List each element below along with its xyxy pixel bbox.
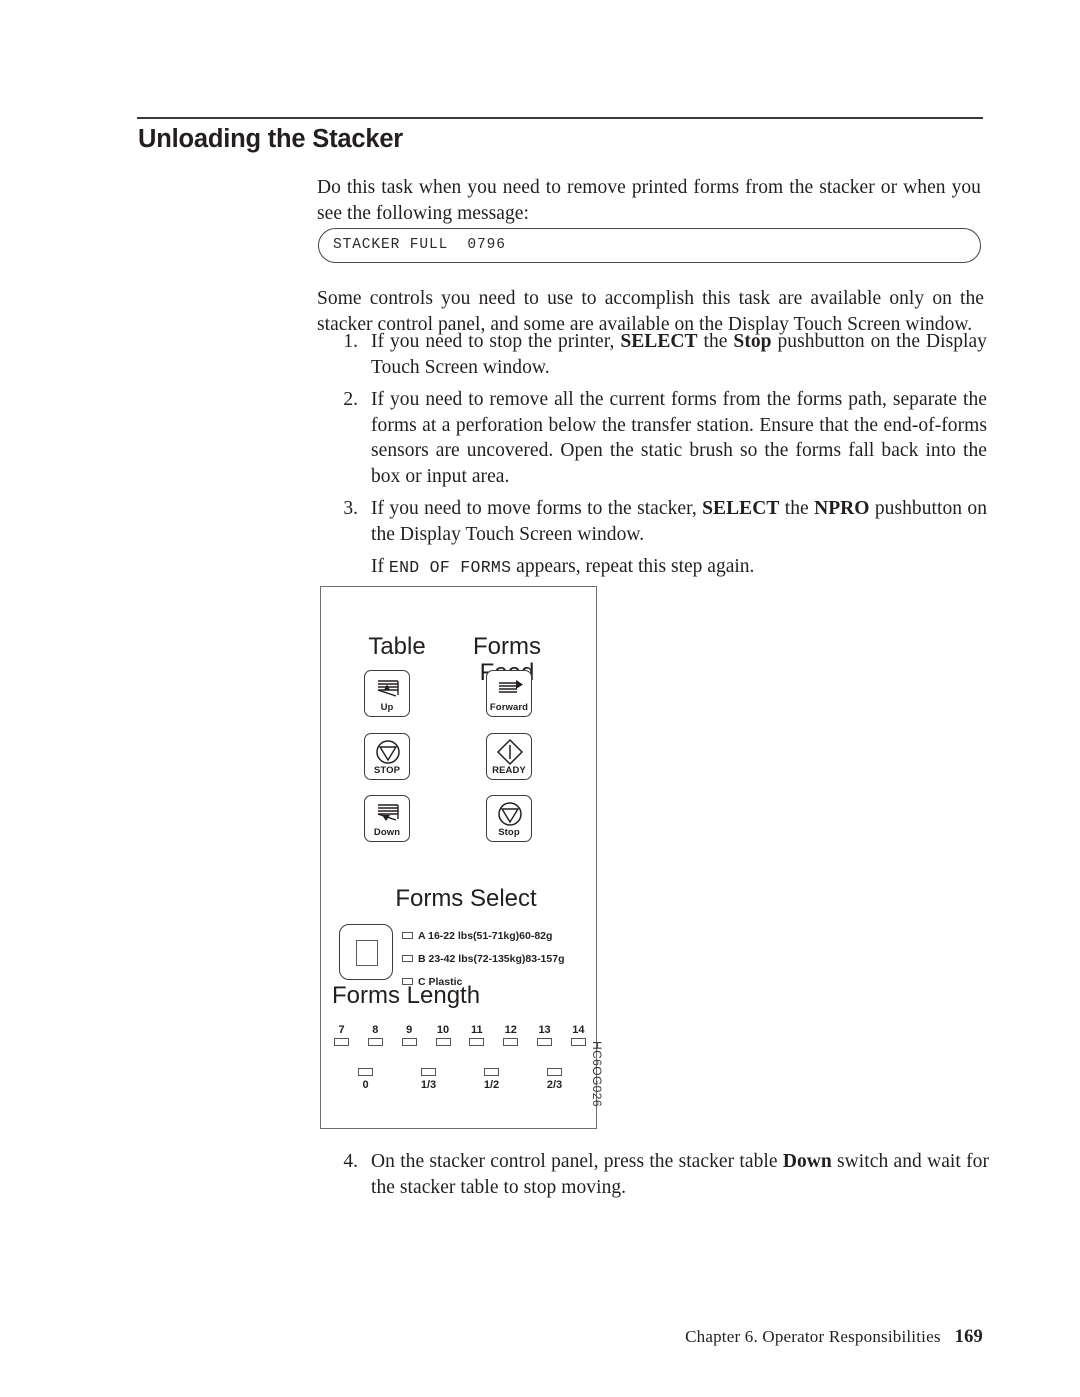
footer-page-number: 169 xyxy=(954,1327,983,1347)
forms-length-indicator: 7 xyxy=(334,1024,349,1046)
ready-diamond-icon xyxy=(487,738,531,766)
forms-select-option-label: B 23-42 lbs(72-135kg)83-157g xyxy=(418,952,565,965)
forms-length-indicator: 2/3 xyxy=(523,1068,586,1091)
procedure-step-2: 2. If you need to remove all the current … xyxy=(317,387,987,489)
forms-length-indicator: 13 xyxy=(537,1024,553,1046)
button-caption: STOP xyxy=(373,765,401,776)
step-number: 2. xyxy=(343,389,358,410)
message-display-box: STACKER FULL 0796 xyxy=(318,228,981,263)
stacker-control-panel-figure: Table Forms Feed Up xyxy=(320,586,604,1129)
forms-length-label: 14 xyxy=(572,1024,585,1036)
forms-length-top-scale: 7 8 9 10 11 12 13 14 xyxy=(334,1024,586,1046)
forms-length-bottom-scale: 0 1/3 1/2 2/3 xyxy=(334,1068,586,1091)
footer-chapter-text: Chapter 6. Operator Responsibilities xyxy=(685,1327,941,1346)
forms-select-option-label: A 16-22 lbs(51-71kg)60-82g xyxy=(418,929,553,942)
forms-feed-stop-button[interactable]: Stop xyxy=(486,795,532,842)
indicator-led-icon xyxy=(547,1068,562,1076)
forms-length-label: 1/3 xyxy=(420,1079,437,1091)
indicator-led-icon xyxy=(402,932,413,939)
step-text: If you need to move forms to the stacker… xyxy=(371,498,987,545)
intro-text-block: Do this task when you need to remove pri… xyxy=(317,175,984,226)
forms-select-option: A 16-22 lbs(51-71kg)60-82g xyxy=(402,924,592,947)
forms-select-option: B 23-42 lbs(72-135kg)83-157g xyxy=(402,947,592,970)
forms-length-indicator: 14 xyxy=(570,1024,586,1046)
page-title: Unloading the Stacker xyxy=(138,125,404,153)
forms-length-indicator: 10 xyxy=(435,1024,451,1046)
indicator-led-icon xyxy=(402,955,413,962)
forms-length-indicator: 1/3 xyxy=(397,1068,460,1091)
table-up-button[interactable]: Up xyxy=(364,670,410,717)
forms-select-button[interactable] xyxy=(339,924,393,980)
group-label-table: Table xyxy=(368,633,426,660)
step-number: 1. xyxy=(343,331,358,352)
step-number: 4. xyxy=(343,1151,358,1172)
table-down-button[interactable]: Down xyxy=(364,795,410,842)
forms-stack-up-icon xyxy=(365,675,409,703)
button-caption: READY xyxy=(492,765,526,776)
button-caption: Up xyxy=(380,702,394,713)
stop-circle-triangle-icon xyxy=(365,738,409,766)
forms-length-indicator: 0 xyxy=(334,1068,397,1091)
forms-stack-down-icon xyxy=(365,800,409,828)
button-caption: Forward xyxy=(489,702,529,713)
intro-paragraph: Do this task when you need to remove pri… xyxy=(317,177,981,224)
forms-length-label: 0 xyxy=(362,1079,369,1091)
forms-length-title: Forms Length xyxy=(332,982,481,1009)
forms-feed-ready-button[interactable]: READY xyxy=(486,733,532,780)
forms-length-label: 11 xyxy=(471,1024,483,1036)
indicator-led-icon xyxy=(435,1038,451,1046)
table-stop-button[interactable]: STOP xyxy=(364,733,410,780)
forms-length-indicator: 8 xyxy=(367,1024,383,1046)
indicator-led-icon xyxy=(421,1068,436,1076)
indicator-led-icon xyxy=(358,1068,373,1076)
forms-length-label: 2/3 xyxy=(546,1079,563,1091)
heading-divider xyxy=(137,117,983,119)
procedure-step-4-wrap: 4. On the stacker control panel, press th… xyxy=(317,1149,989,1207)
step-text: If you need to remove all the current fo… xyxy=(371,389,987,487)
indicator-led-icon xyxy=(334,1038,349,1046)
forms-length-label: 9 xyxy=(406,1024,413,1036)
indicator-led-icon xyxy=(503,1038,519,1046)
forms-length-label: 1/2 xyxy=(483,1079,500,1091)
indicator-led-icon xyxy=(484,1068,499,1076)
button-caption: Down xyxy=(373,827,401,838)
procedure-step-1: 1. If you need to stop the printer, SELEC… xyxy=(317,329,987,380)
button-caption: Stop xyxy=(498,827,520,838)
stacker-full-message: STACKER FULL 0796 xyxy=(333,237,506,253)
forms-length-label: 8 xyxy=(372,1024,379,1036)
forms-length-label: 13 xyxy=(538,1024,551,1036)
step-number: 3. xyxy=(343,498,358,519)
indicator-led-icon xyxy=(367,1038,383,1046)
indicator-led-icon xyxy=(537,1038,553,1046)
procedure-step-3: 3. If you need to move forms to the stack… xyxy=(317,496,987,547)
step-text: If you need to stop the printer, SELECT … xyxy=(371,331,987,378)
forms-length-indicator: 9 xyxy=(401,1024,417,1046)
procedure-step-list: 1. If you need to stop the printer, SELEC… xyxy=(317,329,987,581)
indicator-led-icon xyxy=(401,1038,417,1046)
indicator-led-icon xyxy=(570,1038,586,1046)
page-footer: Chapter 6. Operator Responsibilities 169 xyxy=(0,1327,983,1348)
forms-length-indicator: 11 xyxy=(469,1024,485,1046)
forms-feed-forward-icon xyxy=(487,675,531,703)
forms-select-title: Forms Select xyxy=(395,885,537,912)
indicator-led-icon xyxy=(469,1038,485,1046)
forms-length-indicator: 1/2 xyxy=(460,1068,523,1091)
forms-length-label: 7 xyxy=(338,1024,345,1036)
step-sub-note: If END OF FORMS appears, repeat this ste… xyxy=(371,556,755,577)
figure-id-label: HC6OG026 xyxy=(590,1041,604,1107)
procedure-step-4: 4. On the stacker control panel, press th… xyxy=(317,1149,989,1200)
step-text: On the stacker control panel, press the … xyxy=(371,1151,989,1198)
stop-circle-triangle-icon xyxy=(487,800,531,828)
forms-feed-forward-button[interactable]: Forward xyxy=(486,670,532,717)
forms-select-button-inner-square xyxy=(356,940,378,966)
forms-length-label: 12 xyxy=(504,1024,517,1036)
forms-length-indicator: 12 xyxy=(503,1024,519,1046)
forms-length-label: 10 xyxy=(436,1024,450,1036)
